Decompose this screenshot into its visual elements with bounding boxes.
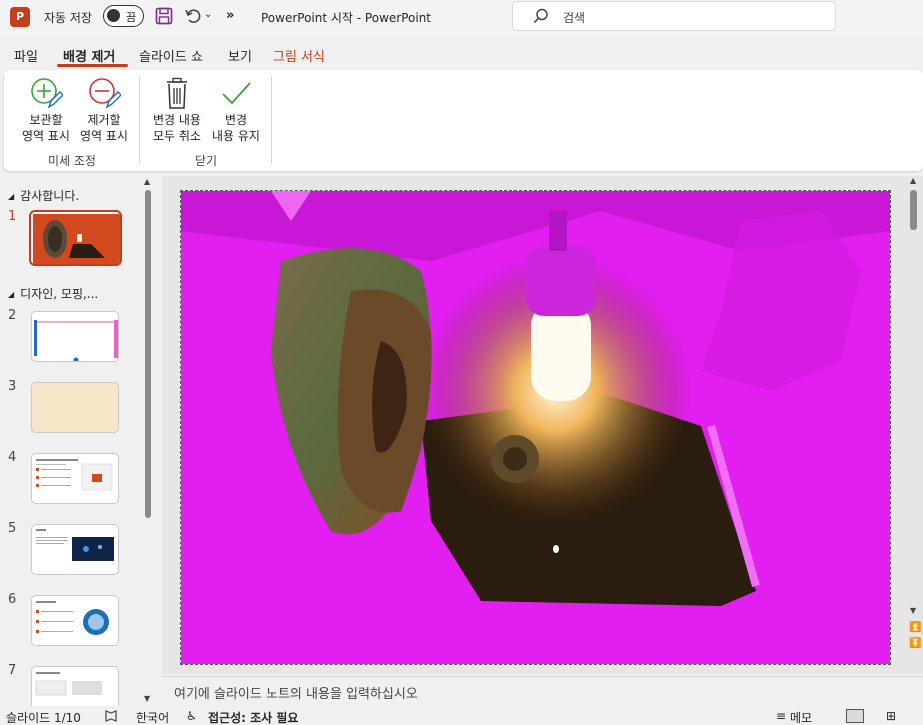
slide-number: 1 bbox=[8, 209, 17, 224]
trash-icon bbox=[167, 77, 187, 109]
autosave-state: 끔 bbox=[126, 11, 137, 24]
slide-sorter-icon[interactable]: ⊞ bbox=[886, 709, 896, 723]
notes-pane[interactable]: 여기에 슬라이드 노트의 내용을 입력하십시오 bbox=[162, 676, 923, 706]
tab-remove-background[interactable]: 배경 제거 bbox=[63, 46, 115, 65]
mark-keep-line1: 보관할 bbox=[29, 113, 63, 127]
autosave-label: 자동 저장 bbox=[44, 11, 92, 25]
editor-scrollbar[interactable]: ▲ ▼ ⏫ ⏬ bbox=[906, 176, 922, 674]
slide-editor: ▲ ▼ ⏫ ⏬ bbox=[162, 176, 923, 674]
tab-picture-format[interactable]: 그림 서식 bbox=[273, 46, 325, 65]
notes-button[interactable]: 메모 bbox=[790, 709, 812, 725]
normal-view-icon[interactable] bbox=[846, 709, 864, 723]
slide-4-preview bbox=[36, 459, 113, 491]
mark-remove-line1: 제거할 bbox=[87, 113, 121, 127]
slide-count[interactable]: 슬라이드 1/10 bbox=[6, 709, 81, 725]
powerpoint-logo-icon: P bbox=[10, 7, 30, 27]
slide-thumbnail-1[interactable] bbox=[29, 210, 122, 266]
thumbnail-scrollbar[interactable]: ▲ ▼ bbox=[141, 176, 155, 706]
collapse-triangle-icon: ◢ bbox=[8, 290, 15, 299]
slide-7-preview bbox=[35, 672, 102, 696]
section-header[interactable]: ◢ 감사합니다. bbox=[8, 187, 79, 204]
autosave-toggle[interactable]: 끔 bbox=[103, 5, 144, 27]
next-slide-icon[interactable]: ⏬ bbox=[909, 638, 921, 649]
tab-file[interactable]: 파일 bbox=[14, 46, 38, 65]
accessibility-icon[interactable]: ♿ bbox=[186, 709, 197, 723]
status-bar: 슬라이드 1/10 한국어 ♿ 접근성: 조사 필요 ≡ 메모 ⊞ bbox=[0, 706, 923, 725]
slide-2-preview bbox=[32, 312, 118, 361]
group-separator bbox=[139, 76, 140, 164]
group-label-close: 닫기 bbox=[195, 154, 218, 168]
scrollbar-thumb[interactable] bbox=[910, 190, 917, 230]
title-bar: P 자동 저장 끔 ⌄ » PowerPoint 시작 - PowerPoint… bbox=[0, 0, 923, 36]
collapse-triangle-icon: ◢ bbox=[8, 192, 15, 201]
section-title: 디자인, 모핑,... bbox=[20, 287, 99, 301]
group-separator bbox=[271, 76, 272, 164]
slide-number: 4 bbox=[8, 450, 17, 465]
slide-number: 2 bbox=[8, 308, 17, 323]
scrollbar-thumb[interactable] bbox=[145, 190, 151, 518]
search-box[interactable]: 검색 bbox=[512, 1, 836, 31]
search-icon bbox=[533, 8, 548, 23]
scroll-up-arrow-icon[interactable]: ▲ bbox=[144, 177, 150, 186]
slide-thumbnail-4[interactable] bbox=[31, 453, 119, 504]
section-title: 감사합니다. bbox=[20, 189, 80, 203]
slide-1-preview bbox=[33, 214, 120, 264]
discard-line1: 변경 내용 bbox=[153, 113, 201, 127]
toggle-knob bbox=[107, 9, 120, 22]
slide-thumbnail-pane: ◢ 감사합니다. 1 ◢ 디자인, 모핑,... 2 3 4 5 6 7 ▲ ▼ bbox=[0, 176, 158, 706]
slide-number: 3 bbox=[8, 379, 17, 394]
slide-number: 5 bbox=[8, 521, 17, 536]
discard-all-changes-button[interactable]: 변경 내용 모두 취소 bbox=[147, 76, 207, 144]
discard-line2: 모두 취소 bbox=[153, 129, 201, 143]
ribbon: 보관할 영역 표시 제거할 영역 표시 미세 조정 변경 내용 모두 취소 변경… bbox=[4, 70, 923, 171]
document-title: PowerPoint 시작 - PowerPoint bbox=[261, 11, 432, 25]
slide-thumbnail-2[interactable] bbox=[31, 311, 119, 362]
scroll-down-arrow-icon[interactable]: ▼ bbox=[910, 606, 916, 615]
spell-check-icon[interactable] bbox=[104, 710, 118, 722]
mark-remove-icon bbox=[89, 78, 121, 109]
background-removal-image[interactable] bbox=[181, 191, 890, 664]
undo-dropdown-icon[interactable]: ⌄ bbox=[204, 9, 212, 20]
slide-thumbnail-6[interactable] bbox=[31, 595, 119, 646]
checkmark-icon bbox=[222, 82, 251, 105]
accessibility-status[interactable]: 접근성: 조사 필요 bbox=[208, 709, 298, 725]
mark-areas-to-remove-button[interactable]: 제거할 영역 표시 bbox=[76, 76, 132, 144]
group-label-refine: 미세 조정 bbox=[48, 154, 96, 168]
keep-changes-button[interactable]: 변경 내용 유지 bbox=[208, 76, 264, 144]
active-tab-indicator bbox=[57, 64, 128, 67]
mark-remove-line2: 영역 표시 bbox=[80, 129, 128, 143]
slide-thumbnail-3[interactable] bbox=[31, 382, 119, 433]
scroll-up-arrow-icon[interactable]: ▲ bbox=[910, 176, 916, 185]
mark-keep-line2: 영역 표시 bbox=[22, 129, 70, 143]
section-header[interactable]: ◢ 디자인, 모핑,... bbox=[8, 285, 98, 302]
slide-thumbnail-5[interactable] bbox=[31, 524, 119, 575]
mark-keep-icon bbox=[31, 78, 63, 109]
previous-slide-icon[interactable]: ⏫ bbox=[909, 622, 921, 633]
search-placeholder: 검색 bbox=[563, 11, 586, 25]
ribbon-tabs: 파일 배경 제거 슬라이드 쇼 보기 그림 서식 bbox=[0, 40, 923, 68]
slide-thumbnail-7[interactable] bbox=[31, 666, 119, 706]
save-icon[interactable] bbox=[155, 7, 173, 25]
undo-icon[interactable] bbox=[184, 7, 202, 25]
slide-number: 6 bbox=[8, 592, 17, 607]
tab-view[interactable]: 보기 bbox=[228, 46, 252, 65]
slide-canvas[interactable] bbox=[180, 190, 891, 665]
notes-icon[interactable]: ≡ bbox=[776, 709, 786, 723]
more-commands-icon[interactable]: » bbox=[226, 8, 234, 23]
slide-5-preview bbox=[36, 529, 114, 561]
keep-changes-line2: 내용 유지 bbox=[212, 129, 260, 143]
language-indicator[interactable]: 한국어 bbox=[136, 709, 169, 725]
scroll-down-arrow-icon[interactable]: ▼ bbox=[144, 694, 150, 703]
slide-6-preview bbox=[36, 601, 109, 635]
keep-changes-line1: 변경 bbox=[224, 113, 248, 127]
notes-placeholder: 여기에 슬라이드 노트의 내용을 입력하십시오 bbox=[174, 687, 418, 702]
slide-number: 7 bbox=[8, 663, 17, 678]
mark-areas-to-keep-button[interactable]: 보관할 영역 표시 bbox=[18, 76, 74, 144]
tab-slide-show[interactable]: 슬라이드 쇼 bbox=[139, 46, 203, 65]
